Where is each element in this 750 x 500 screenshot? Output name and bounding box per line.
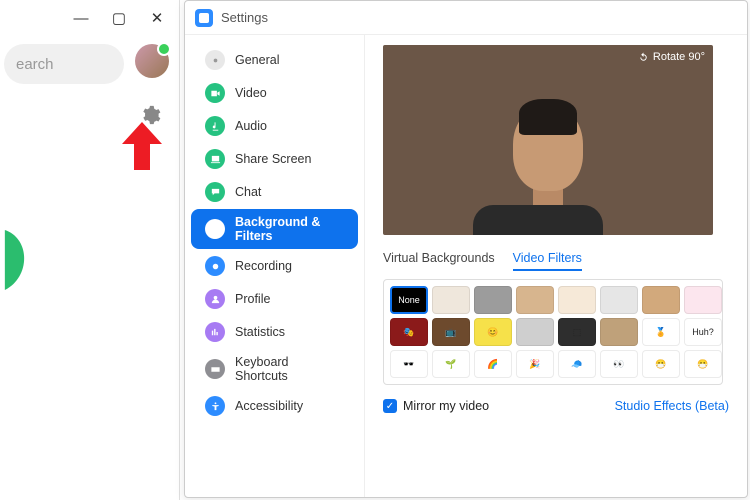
bg-icon <box>205 219 225 239</box>
mirror-checkbox[interactable]: ✓ Mirror my video <box>383 399 489 413</box>
avatar[interactable] <box>135 44 169 78</box>
filter-grid: None🎭📺😊⬚🏅Huh?🕶️🌱🌈🎉🧢👀😷😷 <box>383 279 723 385</box>
minimize-button[interactable]: — <box>69 6 93 30</box>
video-icon <box>205 83 225 103</box>
filter-f21[interactable]: 👀 <box>600 350 638 378</box>
sidebar-item-keyboard-shortcuts[interactable]: Keyboard Shortcuts <box>191 349 358 389</box>
settings-titlebar: Settings <box>185 1 747 35</box>
filter-f17[interactable]: 🌱 <box>432 350 470 378</box>
sidebar-item-share-screen[interactable]: Share Screen <box>191 143 358 175</box>
preview-person <box>503 105 593 215</box>
window-controls: — ▢ ✕ <box>69 6 169 30</box>
sidebar-item-label: Recording <box>235 259 292 273</box>
zoom-app-icon <box>195 9 213 27</box>
sidebar-item-chat[interactable]: Chat <box>191 176 358 208</box>
sidebar-item-video[interactable]: Video <box>191 77 358 109</box>
sidebar-item-background-filters[interactable]: Background & Filters <box>191 209 358 249</box>
settings-window: Settings General Video Audio Share Screen Ch… <box>184 0 748 498</box>
sidebar-item-label: General <box>235 53 279 67</box>
filter-f12[interactable]: ⬚ <box>558 318 596 346</box>
sidebar-item-recording[interactable]: Recording <box>191 250 358 282</box>
sidebar-item-audio[interactable]: Audio <box>191 110 358 142</box>
close-button[interactable]: ✕ <box>145 6 169 30</box>
mirror-label: Mirror my video <box>403 399 489 413</box>
filter-f6[interactable] <box>642 286 680 314</box>
studio-effects-link[interactable]: Studio Effects (Beta) <box>615 399 729 413</box>
settings-content: Rotate 90° Virtual Backgrounds Video Fil… <box>365 35 747 497</box>
filter-f10[interactable]: 😊 <box>474 318 512 346</box>
filter-f8[interactable]: 🎭 <box>390 318 428 346</box>
filter-f11[interactable] <box>516 318 554 346</box>
sidebar-item-label: Background & Filters <box>235 215 344 243</box>
background-app-panel: — ▢ ✕ earch <box>0 0 180 500</box>
filter-f4[interactable] <box>558 286 596 314</box>
sidebar-item-label: Chat <box>235 185 261 199</box>
tab-virtual-backgrounds[interactable]: Virtual Backgrounds <box>383 251 495 271</box>
sidebar-item-general[interactable]: General <box>191 44 358 76</box>
sidebar-item-label: Accessibility <box>235 399 303 413</box>
kbd-icon <box>205 359 225 379</box>
filter-none[interactable]: None <box>390 286 428 314</box>
rotate-label: Rotate 90° <box>653 51 705 63</box>
filter-f1[interactable] <box>432 286 470 314</box>
filter-tabs: Virtual Backgrounds Video Filters <box>383 251 733 271</box>
checkbox-checked-icon: ✓ <box>383 399 397 413</box>
filter-f5[interactable] <box>600 286 638 314</box>
filter-f16[interactable]: 🕶️ <box>390 350 428 378</box>
filter-f14[interactable]: 🏅 <box>642 318 680 346</box>
filter-f20[interactable]: 🧢 <box>558 350 596 378</box>
filter-f22[interactable]: 😷 <box>642 350 680 378</box>
sidebar-item-label: Share Screen <box>235 152 311 166</box>
sidebar-item-label: Keyboard Shortcuts <box>235 355 344 383</box>
sidebar-item-label: Audio <box>235 119 267 133</box>
profile-icon <box>205 289 225 309</box>
filter-f15[interactable]: Huh? <box>684 318 722 346</box>
filter-f18[interactable]: 🌈 <box>474 350 512 378</box>
rec-icon <box>205 256 225 276</box>
audio-icon <box>205 116 225 136</box>
stats-icon <box>205 322 225 342</box>
filter-f13[interactable] <box>600 318 638 346</box>
filter-f23[interactable]: 😷 <box>684 350 722 378</box>
sidebar-item-label: Profile <box>235 292 270 306</box>
red-arrow-up-icon <box>120 122 164 170</box>
sidebar-item-statistics[interactable]: Statistics <box>191 316 358 348</box>
filter-f9[interactable]: 📺 <box>432 318 470 346</box>
sidebar-item-accessibility[interactable]: Accessibility <box>191 390 358 422</box>
gear-icon <box>205 50 225 70</box>
filter-f3[interactable] <box>516 286 554 314</box>
filter-f7[interactable] <box>684 286 722 314</box>
decorative-green-shape <box>4 230 40 290</box>
maximize-button[interactable]: ▢ <box>107 6 131 30</box>
filter-f19[interactable]: 🎉 <box>516 350 554 378</box>
access-icon <box>205 396 225 416</box>
settings-title: Settings <box>221 10 268 25</box>
video-preview: Rotate 90° <box>383 45 713 235</box>
search-input[interactable]: earch <box>4 44 124 84</box>
chat-icon <box>205 182 225 202</box>
sidebar-item-label: Video <box>235 86 267 100</box>
sidebar-item-profile[interactable]: Profile <box>191 283 358 315</box>
tab-video-filters[interactable]: Video Filters <box>513 251 582 271</box>
rotate-button[interactable]: Rotate 90° <box>638 51 705 63</box>
sidebar-item-label: Statistics <box>235 325 285 339</box>
settings-sidebar: General Video Audio Share Screen Chat Backgro… <box>185 35 365 497</box>
share-icon <box>205 149 225 169</box>
filter-f2[interactable] <box>474 286 512 314</box>
